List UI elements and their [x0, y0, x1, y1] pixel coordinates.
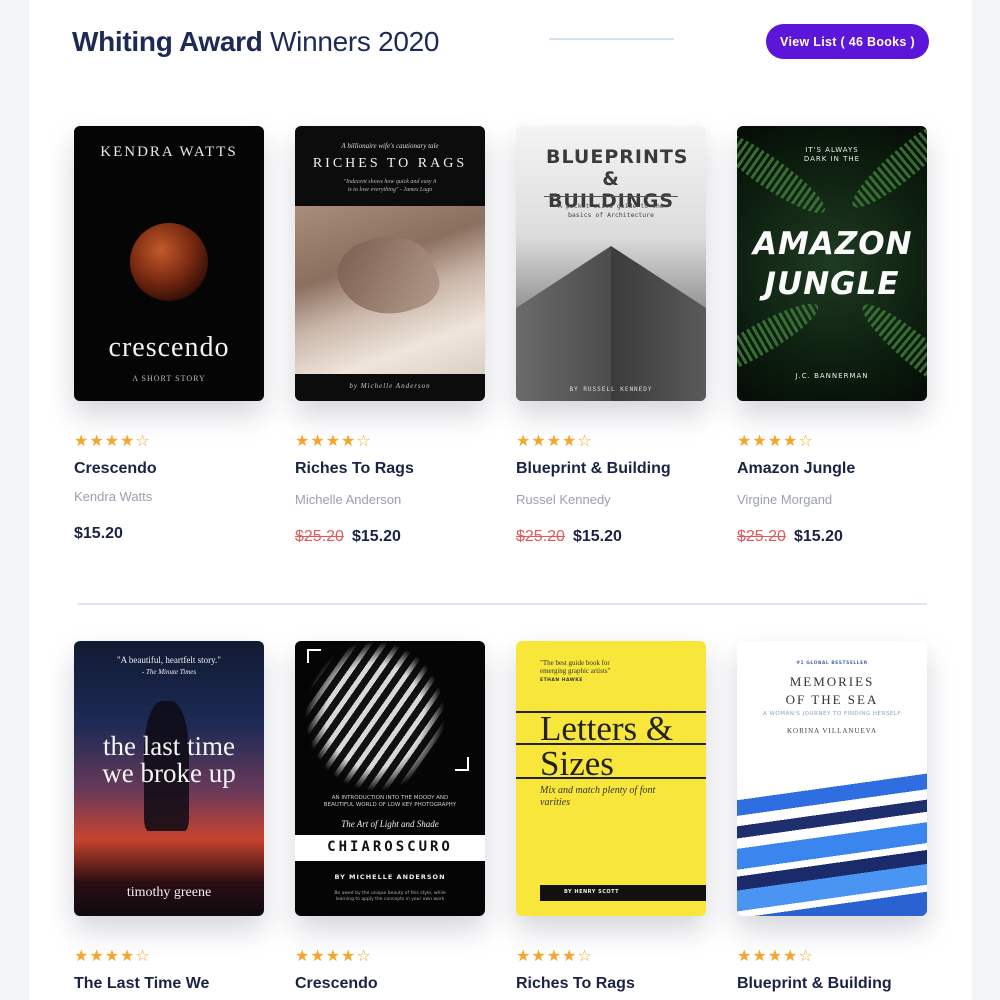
book-card[interactable]: "The best guide book for emerging graphi…	[516, 641, 706, 916]
book-cover[interactable]: #1 GLOBAL BESTSELLER MEMORIES OF THE SEA…	[737, 641, 927, 916]
cover-author: BY RUSSELL KENNEDY	[569, 386, 653, 393]
old-price: $25.20	[516, 528, 565, 545]
section-divider	[77, 603, 927, 605]
rating-stars: ★★★★☆	[74, 948, 151, 965]
header: Whiting Award Winners 2020 View List ( 4…	[29, 0, 972, 90]
cover-intro: AN INTRODUCTION INTO THE MOODY AND BEAUT…	[323, 795, 457, 808]
rating-stars: ★★★★☆	[295, 948, 372, 965]
book-author: Michelle Anderson	[295, 492, 402, 507]
price: $15.20	[74, 525, 123, 543]
book-cover[interactable]: "A beautiful, heartfelt story." - The Mi…	[74, 641, 264, 916]
book-card[interactable]: A billionaire wife's cautionary tale RIC…	[295, 126, 485, 401]
rating-stars: ★★★★☆	[74, 433, 151, 450]
book-cover[interactable]: KENDRA WATTS crescendo A SHORT STORY	[74, 126, 264, 401]
cover-author: BY MICHELLE ANDERSON	[334, 873, 446, 881]
cover-author: KORINA VILLANUEVA	[786, 727, 878, 735]
frame-corner	[307, 649, 321, 663]
rating-stars: ★★★★☆	[737, 948, 814, 965]
rating-stars: ★★★★☆	[516, 433, 593, 450]
book-card[interactable]: AN INTRODUCTION INTO THE MOODY AND BEAUT…	[295, 641, 485, 916]
book-cover[interactable]: A billionaire wife's cautionary tale RIC…	[295, 126, 485, 401]
fern-leaf	[843, 126, 927, 218]
book-title[interactable]: Riches To Rags	[516, 975, 635, 993]
cover-title: AMAZON JUNGLE	[753, 226, 913, 302]
cover-title: RICHES TO RAGS	[312, 156, 468, 171]
rating-stars: ★★★★☆	[737, 433, 814, 450]
fern-leaf	[737, 126, 833, 224]
current-price: $15.20	[572, 528, 622, 545]
book-author: Virgine Morgand	[737, 492, 833, 507]
rating-stars: ★★★★☆	[516, 948, 593, 965]
book-title[interactable]: The Last Time We	[74, 975, 209, 993]
cover-quote: "A beautiful, heartfelt story." - The Mi…	[74, 655, 264, 678]
current-price: $15.20	[74, 525, 123, 542]
book-cover[interactable]: "The best guide book for emerging graphi…	[516, 641, 706, 916]
book-title[interactable]: Crescendo	[74, 460, 157, 478]
book-card[interactable]: IT'S ALWAYS DARK IN THE AMAZON JUNGLE J.…	[737, 126, 927, 401]
cover-subtitle: The Art of Light and Shade	[341, 819, 439, 829]
cover-subtitle: Mix and match plenty of font varities	[540, 785, 656, 808]
cover-pretitle: IT'S ALWAYS DARK IN THE	[803, 146, 861, 163]
book-card[interactable]: "A beautiful, heartfelt story." - The Mi…	[74, 641, 264, 916]
page-title-light: Winners 2020	[270, 26, 440, 57]
book-title[interactable]: Amazon Jungle	[737, 460, 855, 478]
book-cover[interactable]: BLUEPRINTS & BUILDINGS A pocket-sized gu…	[516, 126, 706, 401]
cover-quote-source: ETHAN HAWKE	[540, 678, 583, 683]
cover-author: KENDRA WATTS	[100, 144, 238, 160]
header-divider	[549, 38, 674, 40]
old-price: $25.20	[737, 528, 786, 545]
cover-pretitle: #1 GLOBAL BESTSELLER	[796, 661, 868, 666]
cover-author: BY HENRY SCOTT	[564, 889, 620, 895]
cover-quote-source: - The Minute Times	[141, 668, 197, 676]
frame-corner	[455, 757, 469, 771]
cover-subtitle: A pocket-sized guide to the basics of Ar…	[558, 202, 664, 219]
cover-author: by Michelle Anderson	[349, 382, 431, 390]
old-price: $25.20	[295, 528, 344, 545]
cover-title: CHIAROSCURO	[327, 839, 453, 855]
book-cover[interactable]: IT'S ALWAYS DARK IN THE AMAZON JUNGLE J.…	[737, 126, 927, 401]
book-card[interactable]: BLUEPRINTS & BUILDINGS A pocket-sized gu…	[516, 126, 706, 401]
wave-illustration	[737, 769, 927, 916]
current-price: $15.20	[351, 528, 401, 545]
book-title[interactable]: Blueprint & Building	[516, 460, 671, 478]
price: $25.20 $15.20	[295, 528, 401, 546]
page-title: Whiting Award Winners 2020	[72, 26, 439, 58]
book-card[interactable]: #1 GLOBAL BESTSELLER MEMORIES OF THE SEA…	[737, 641, 927, 916]
building-illustration	[516, 246, 706, 401]
cover-tagline: A billionaire wife's cautionary tale	[341, 142, 439, 150]
price: $25.20 $15.20	[737, 528, 843, 546]
book-cover[interactable]: AN INTRODUCTION INTO THE MOODY AND BEAUT…	[295, 641, 485, 916]
cover-note: A SHORT STORY	[132, 374, 206, 383]
price: $25.20 $15.20	[516, 528, 622, 546]
cover-author: timothy greene	[126, 885, 212, 900]
cover-quote-text: "A beautiful, heartfelt story."	[117, 655, 221, 665]
moon-illustration	[130, 223, 208, 301]
cover-subtitle: A WOMAN'S JOURNEY TO FINDING HERSELF	[762, 711, 902, 717]
page: Whiting Award Winners 2020 View List ( 4…	[29, 0, 972, 1000]
cover-author: J.C. BANNERMAN	[795, 372, 869, 380]
rating-stars: ★★★★☆	[295, 433, 372, 450]
cover-title: MEMORIES OF THE SEA	[785, 674, 879, 707]
book-author: Russel Kennedy	[516, 492, 611, 507]
current-price: $15.20	[793, 528, 843, 545]
cover-title: Letters & Sizes	[540, 709, 674, 783]
page-title-bold: Whiting Award	[72, 26, 263, 57]
book-author: Kendra Watts	[74, 489, 153, 504]
book-title[interactable]: Blueprint & Building	[737, 975, 892, 993]
book-card[interactable]: KENDRA WATTS crescendo A SHORT STORY	[74, 126, 264, 401]
cover-title: the last time we broke up	[102, 731, 236, 788]
cover-quote: "Indecent shows how quick and easy it is…	[343, 179, 437, 193]
fern-leaf	[853, 294, 927, 401]
book-title[interactable]: Crescendo	[295, 975, 378, 993]
book-title[interactable]: Riches To Rags	[295, 460, 414, 478]
view-list-button[interactable]: View List ( 46 Books )	[766, 24, 929, 59]
cover-photo	[295, 206, 485, 374]
cover-quote-text: "The best guide book for emerging graphi…	[540, 659, 611, 675]
cover-rule	[544, 196, 678, 197]
cover-quote: "The best guide book for emerging graphi…	[540, 659, 636, 685]
cover-note: Be awed by the unique beauty of this sty…	[334, 891, 446, 902]
cover-title: crescendo	[108, 332, 230, 363]
